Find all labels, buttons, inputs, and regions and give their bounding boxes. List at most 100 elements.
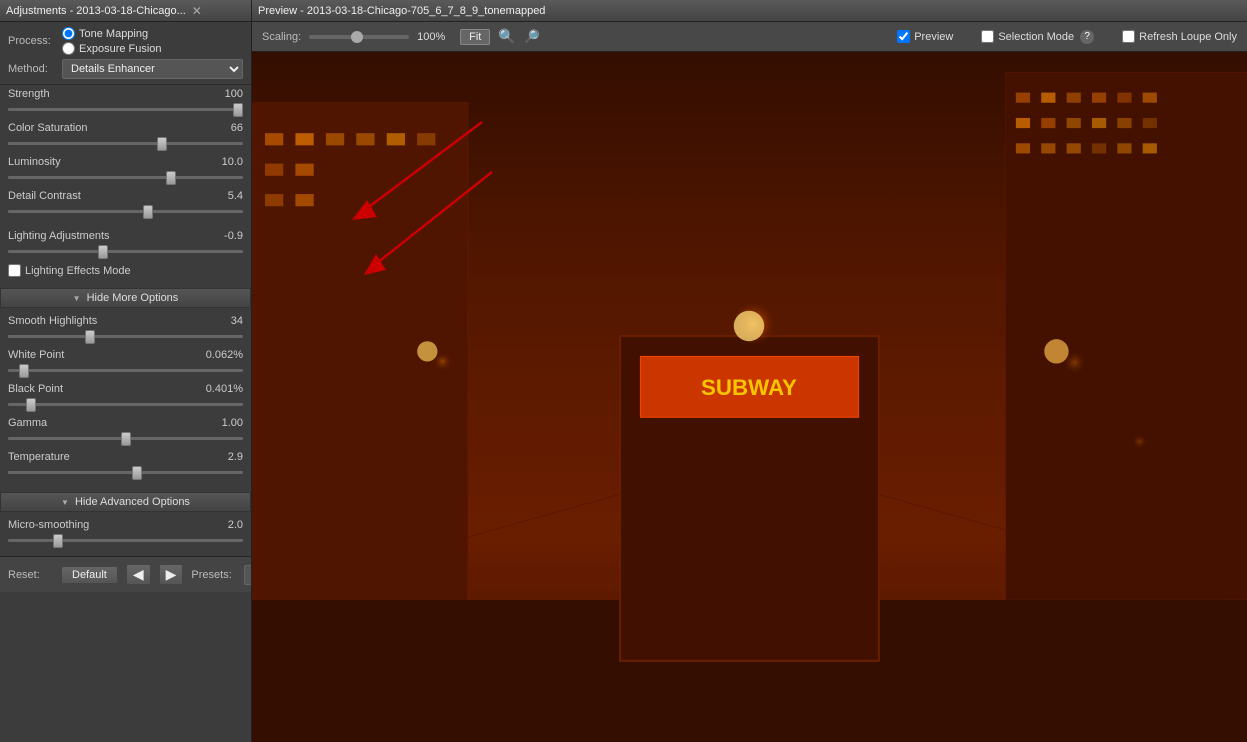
- gamma-value: 1.00: [203, 417, 243, 429]
- main-layout: Process: Tone Mapping Exposure Fusion Me…: [0, 22, 1247, 742]
- process-section: Process: Tone Mapping Exposure Fusion Me…: [0, 22, 251, 85]
- lighting-slider-row: Lighting Adjustments -0.9: [8, 230, 243, 256]
- black-point-slider-row: Black Point 0.401%: [8, 383, 243, 409]
- black-point-label: Black Point: [8, 383, 63, 395]
- smooth-highlights-slider-row: Smooth Highlights 34: [8, 315, 243, 341]
- preview-title-bar: Preview - 2013-03-18-Chicago-705_6_7_8_9…: [252, 0, 1247, 22]
- bottom-toolbar: Reset: Default ◀ ▶ Presets: Previous: [0, 556, 251, 592]
- detail-contrast-label: Detail Contrast: [8, 190, 81, 202]
- right-panel: Scaling: 100% Fit 🔍 🔎 Preview Selection …: [252, 22, 1247, 742]
- selection-mode-checkbox[interactable]: [981, 30, 994, 43]
- advanced-collapse-arrow-icon: ▼: [61, 498, 69, 507]
- smooth-highlights-value: 34: [203, 315, 243, 327]
- gamma-slider[interactable]: [8, 437, 243, 440]
- preview-label-text: Preview: [914, 31, 953, 43]
- lighting-section: Lighting Adjustments -0.9 Lighting Effec…: [0, 227, 251, 284]
- hide-advanced-options-label: Hide Advanced Options: [75, 496, 190, 508]
- selection-mode-area: Selection Mode ?: [981, 30, 1094, 44]
- lighting-header: Lighting Adjustments -0.9: [8, 230, 243, 242]
- tone-mapping-radio[interactable]: Tone Mapping: [62, 27, 162, 40]
- temperature-label: Temperature: [8, 451, 70, 463]
- redo-button[interactable]: ▶: [159, 564, 184, 585]
- collapse-arrow-icon: ▼: [73, 294, 81, 303]
- luminosity-label: Luminosity: [8, 156, 61, 168]
- luminosity-value: 10.0: [203, 156, 243, 168]
- process-label: Process:: [8, 35, 56, 47]
- detail-contrast-value: 5.4: [203, 190, 243, 202]
- preview-check-row: Preview: [897, 30, 953, 43]
- micro-smoothing-slider[interactable]: [8, 539, 243, 542]
- presets-label: Presets:: [191, 569, 236, 581]
- zoom-in-icon[interactable]: 🔎: [524, 29, 540, 45]
- color-saturation-label: Color Saturation: [8, 122, 88, 134]
- scaling-label: Scaling:: [262, 31, 301, 43]
- hide-advanced-options-button[interactable]: ▼ Hide Advanced Options: [0, 492, 251, 512]
- black-point-value: 0.401%: [203, 383, 243, 395]
- adjustments-title-text: Adjustments - 2013-03-18-Chicago...: [6, 5, 186, 17]
- undo-button[interactable]: ◀: [126, 564, 151, 585]
- color-saturation-slider-row: Color Saturation 66: [8, 122, 243, 148]
- micro-smoothing-value: 2.0: [203, 519, 243, 531]
- smooth-highlights-label: Smooth Highlights: [8, 315, 97, 327]
- refresh-loupe-checkbox[interactable]: [1122, 30, 1135, 43]
- refresh-loupe-label: Refresh Loupe Only: [1139, 31, 1237, 43]
- selection-mode-check-row: Selection Mode: [981, 30, 1074, 43]
- preview-toolbar: Scaling: 100% Fit 🔍 🔎 Preview Selection …: [252, 22, 1247, 52]
- lighting-value: -0.9: [203, 230, 243, 242]
- gamma-header: Gamma 1.00: [8, 417, 243, 429]
- luminosity-header: Luminosity 10.0: [8, 156, 243, 168]
- adjustments-close-button[interactable]: ✕: [192, 4, 202, 18]
- method-select[interactable]: Details Enhancer Tone Compressor Fattal …: [62, 59, 243, 79]
- black-point-header: Black Point 0.401%: [8, 383, 243, 395]
- gamma-slider-row: Gamma 1.00: [8, 417, 243, 443]
- zoom-out-icon[interactable]: 🔍: [498, 28, 515, 45]
- detail-contrast-slider-row: Detail Contrast 5.4: [8, 190, 243, 216]
- temperature-slider-row: Temperature 2.9: [8, 451, 243, 477]
- scaling-slider[interactable]: [309, 35, 409, 39]
- preview-image-area: SUBWAY: [252, 52, 1247, 742]
- smooth-highlights-slider[interactable]: [8, 335, 243, 338]
- lighting-effects-checkbox[interactable]: [8, 264, 21, 277]
- method-label: Method:: [8, 63, 56, 75]
- color-saturation-slider[interactable]: [8, 142, 243, 145]
- white-point-slider[interactable]: [8, 369, 243, 372]
- temperature-header: Temperature 2.9: [8, 451, 243, 463]
- hide-more-options-button[interactable]: ▼ Hide More Options: [0, 288, 251, 308]
- process-radio-group: Tone Mapping Exposure Fusion: [62, 27, 162, 55]
- strength-slider-row: Strength 100: [8, 88, 243, 114]
- scaling-value: 100%: [417, 31, 452, 43]
- strength-label: Strength: [8, 88, 50, 100]
- strength-slider[interactable]: [8, 108, 243, 111]
- exposure-fusion-radio[interactable]: Exposure Fusion: [62, 42, 162, 55]
- smooth-highlights-header: Smooth Highlights 34: [8, 315, 243, 327]
- tone-mapping-label: Tone Mapping: [79, 28, 148, 40]
- micro-smoothing-slider-row: Micro-smoothing 2.0: [8, 519, 243, 545]
- white-point-label: White Point: [8, 349, 64, 361]
- temperature-slider[interactable]: [8, 471, 243, 474]
- micro-smoothing-label: Micro-smoothing: [8, 519, 89, 531]
- presets-select[interactable]: Previous: [244, 565, 252, 585]
- detail-contrast-header: Detail Contrast 5.4: [8, 190, 243, 202]
- selection-mode-help-icon[interactable]: ?: [1080, 30, 1094, 44]
- selection-mode-label: Selection Mode: [998, 31, 1074, 43]
- main-sliders-section: Strength 100 Color Saturation 66 Luminos…: [0, 85, 251, 227]
- black-point-slider[interactable]: [8, 403, 243, 406]
- default-button[interactable]: Default: [61, 566, 118, 584]
- title-bar-row: Adjustments - 2013-03-18-Chicago... ✕ Pr…: [0, 0, 1247, 22]
- preview-checkbox[interactable]: [897, 30, 910, 43]
- lighting-slider[interactable]: [8, 250, 243, 253]
- gamma-label: Gamma: [8, 417, 47, 429]
- white-point-value: 0.062%: [203, 349, 243, 361]
- fit-button[interactable]: Fit: [460, 29, 490, 45]
- more-sliders-section: Smooth Highlights 34 White Point 0.062% …: [0, 312, 251, 488]
- method-row: Method: Details Enhancer Tone Compressor…: [8, 59, 243, 79]
- color-saturation-header: Color Saturation 66: [8, 122, 243, 134]
- detail-contrast-slider[interactable]: [8, 210, 243, 213]
- luminosity-slider-row: Luminosity 10.0: [8, 156, 243, 182]
- process-row: Process: Tone Mapping Exposure Fusion: [8, 27, 243, 55]
- lighting-effects-label: Lighting Effects Mode: [25, 265, 131, 277]
- exposure-fusion-label: Exposure Fusion: [79, 43, 162, 55]
- luminosity-slider[interactable]: [8, 176, 243, 179]
- left-panel: Process: Tone Mapping Exposure Fusion Me…: [0, 22, 252, 742]
- lighting-effects-row: Lighting Effects Mode: [8, 264, 243, 277]
